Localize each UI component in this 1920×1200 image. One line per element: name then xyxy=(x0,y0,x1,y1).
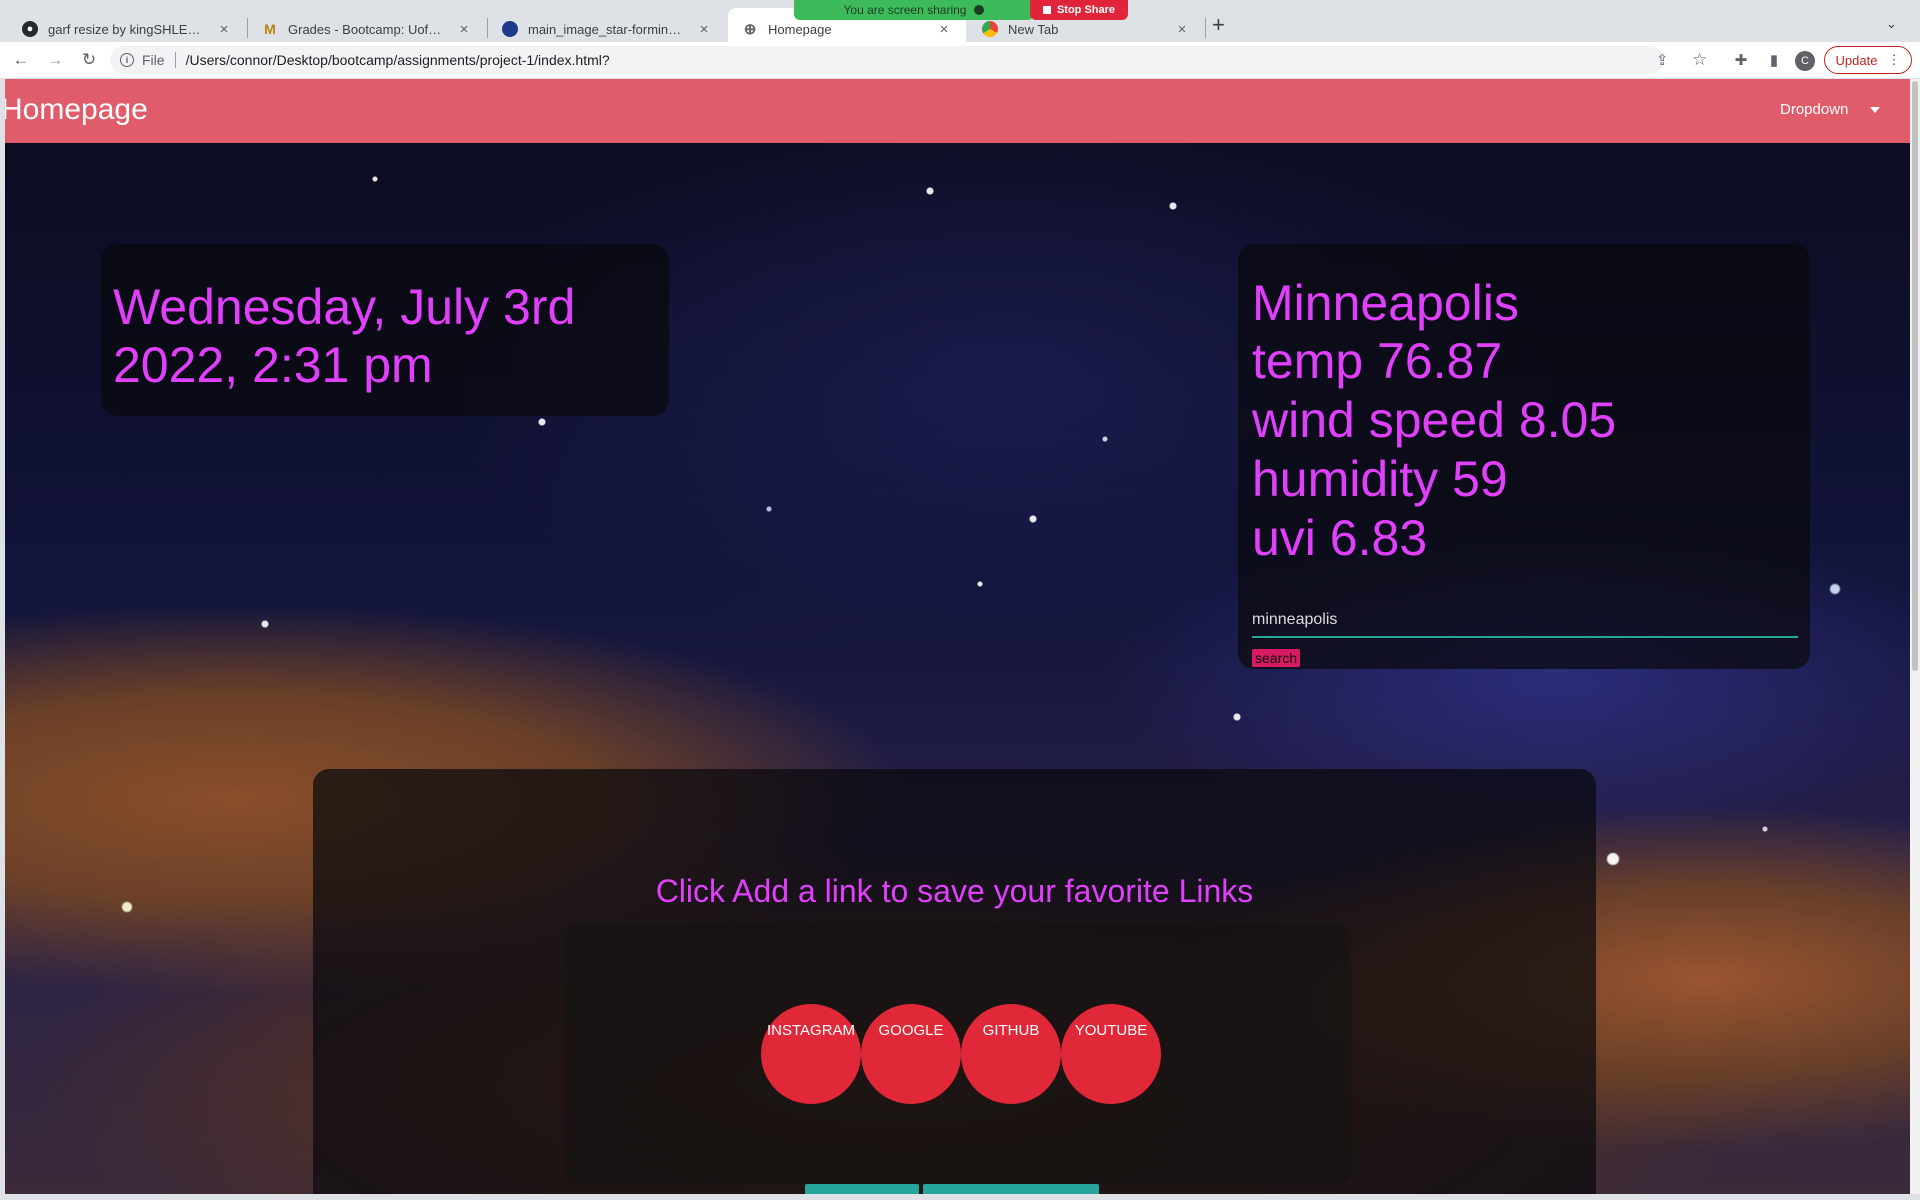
tab-title: main_image_star-forming_regi xyxy=(528,21,688,37)
bottom-button-partial[interactable] xyxy=(805,1184,919,1194)
close-icon[interactable]: × xyxy=(936,21,952,38)
date-card: Wednesday, July 3rd 2022, 2:31 pm xyxy=(101,244,669,416)
tab-title: Homepage xyxy=(768,21,832,37)
side-panel-icon[interactable]: ▮ xyxy=(1760,46,1788,74)
stop-share-button[interactable]: Stop Share xyxy=(1030,0,1128,20)
close-icon[interactable]: × xyxy=(696,21,712,38)
browser-toolbar: ← → ↻ i File /Users/connor/Desktop/bootc… xyxy=(0,42,1920,78)
scheme-label: File xyxy=(142,52,165,68)
new-tab-button[interactable]: + xyxy=(1212,12,1225,38)
address-bar[interactable]: i File /Users/connor/Desktop/bootcamp/as… xyxy=(110,46,1707,74)
bottom-button-partial[interactable] xyxy=(923,1184,1099,1194)
screen-share-banner: You are screen sharing xyxy=(794,0,1034,20)
city-search-input[interactable] xyxy=(1252,604,1798,638)
nasa-logo-icon xyxy=(502,21,518,37)
extensions-puzzle-icon[interactable]: ✚ xyxy=(1727,46,1755,74)
stop-icon xyxy=(1042,6,1051,14)
link-button-instagram[interactable]: INSTAGRAM xyxy=(761,1004,861,1104)
search-button[interactable]: search xyxy=(1252,649,1301,667)
globe-icon: ⊕ xyxy=(743,21,757,38)
tab-title: New Tab xyxy=(1008,21,1059,37)
profile-avatar[interactable]: C xyxy=(1795,51,1815,71)
tab-title: Grades - Bootcamp: UofM-VIR xyxy=(288,21,448,37)
current-date-time: Wednesday, July 3rd 2022, 2:31 pm xyxy=(113,279,576,393)
weather-city: Minneapolis xyxy=(1252,275,1519,331)
weather-uvi: uvi 6.83 xyxy=(1252,510,1428,566)
weather-card: Minneapolis temp 76.87 wind speed 8.05 h… xyxy=(1238,244,1810,669)
reload-icon[interactable]: ↻ xyxy=(74,45,104,75)
url-text[interactable]: /Users/connor/Desktop/bootcamp/assignmen… xyxy=(186,52,610,68)
screen-share-text: You are screen sharing xyxy=(843,3,967,17)
shield-icon xyxy=(974,5,985,15)
navbar: Homepage Dropdown xyxy=(5,79,1910,143)
info-icon[interactable]: i xyxy=(120,53,134,67)
address-separator xyxy=(174,52,176,68)
close-icon[interactable]: × xyxy=(1174,21,1190,38)
update-label: Update xyxy=(1835,52,1878,68)
close-icon[interactable]: × xyxy=(456,21,472,38)
caret-down-icon xyxy=(1870,106,1881,113)
back-arrow-icon[interactable]: ← xyxy=(6,45,36,75)
browser-window: ● garf resize by kingSHLERM · P × M Grad… xyxy=(0,0,1920,1200)
scrollbar-thumb[interactable] xyxy=(1912,81,1918,671)
weather-wind: wind speed 8.05 xyxy=(1252,392,1617,448)
links-heading: Click Add a link to save your favorite L… xyxy=(655,873,1254,909)
link-button-google[interactable]: GOOGLE xyxy=(861,1004,961,1104)
github-icon: ● xyxy=(22,21,38,37)
stop-share-label: Stop Share xyxy=(1056,4,1116,16)
dropdown-trigger[interactable]: Dropdown xyxy=(1780,101,1881,118)
close-icon[interactable]: × xyxy=(216,21,232,38)
share-icon[interactable]: ⇪ xyxy=(1656,46,1669,74)
links-container: INSTAGRAM GOOGLE GITHUB YOUTUBE xyxy=(566,924,1351,1184)
umn-logo-icon: M xyxy=(264,21,276,37)
weather-temp: temp 76.87 xyxy=(1252,333,1503,389)
page-viewport: Homepage Dropdown Wednesday, July 3rd 20… xyxy=(5,79,1910,1194)
update-button[interactable]: Update ⋮ xyxy=(1824,46,1912,74)
brand-logo[interactable]: Homepage xyxy=(5,93,148,127)
dropdown-label: Dropdown xyxy=(1780,101,1849,118)
tab-separator xyxy=(1205,18,1206,38)
tab-search-chevron-icon[interactable]: ⌄ xyxy=(1886,16,1897,32)
page-scrollbar[interactable] xyxy=(1910,79,1920,1194)
links-card: Click Add a link to save your favorite L… xyxy=(313,769,1596,1194)
tab-title: garf resize by kingSHLERM · P xyxy=(48,21,208,37)
weather-humidity: humidity 59 xyxy=(1252,451,1508,507)
kebab-menu-icon[interactable]: ⋮ xyxy=(1887,52,1900,68)
link-button-youtube[interactable]: YOUTUBE xyxy=(1061,1004,1161,1104)
bookmark-star-icon[interactable]: ☆ xyxy=(1692,46,1707,74)
chrome-icon xyxy=(982,21,998,37)
link-button-github[interactable]: GITHUB xyxy=(961,1004,1061,1104)
forward-arrow-icon[interactable]: → xyxy=(40,45,70,75)
